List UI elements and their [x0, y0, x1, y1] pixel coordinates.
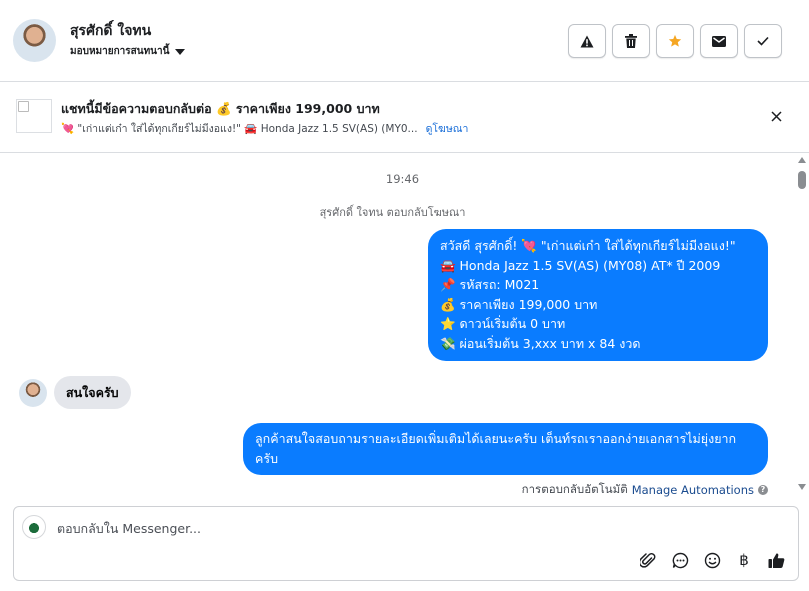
ad-message-line: 💰 ราคาเพียง 199,000 บาท [440, 296, 598, 312]
ad-message-line: 📌 รหัสรถ: M021 [440, 277, 540, 292]
ad-banner-snippet: 💘 "เก่าแต่เก๋า ใส่ได้ทุกเกียร์ไม่มีงอแง!… [61, 123, 418, 135]
trash-icon [625, 34, 637, 48]
assign-conversation-dropdown[interactable]: มอบหมายการสนทนานี้ [70, 44, 186, 59]
ad-message-line: 🚘 Honda Jazz 1.5 SV(AS) (MY08) AT* ปี 20… [440, 257, 721, 273]
contact-avatar[interactable] [13, 19, 56, 62]
contact-name[interactable]: สุรศักดิ์ ใจทน [70, 20, 151, 42]
mail-icon [712, 35, 726, 47]
page-logo [22, 515, 46, 539]
ad-thumbnail[interactable] [16, 99, 52, 133]
ad-message-line: 💸 ผ่อนเริ่มต้น 3,xxx บาท x 84 งวด [440, 335, 641, 351]
mark-unread-button[interactable] [700, 24, 738, 58]
incoming-message-bubble[interactable]: สนใจครับ [54, 376, 131, 409]
scroll-thumb[interactable] [798, 171, 806, 189]
sender-avatar [19, 379, 47, 407]
spam-button[interactable] [568, 24, 606, 58]
mark-done-button[interactable] [744, 24, 782, 58]
thread-scrollbar[interactable] [797, 154, 807, 496]
saved-reply-button[interactable] [670, 550, 690, 570]
saved-reply-icon [672, 552, 688, 568]
scroll-up-arrow-icon[interactable] [798, 157, 806, 163]
automation-note-text: การตอบกลับอัตโนมัติ [521, 482, 628, 496]
star-icon [668, 34, 682, 47]
caret-down-icon [175, 48, 186, 55]
delete-button[interactable] [612, 24, 650, 58]
header-actions [568, 24, 782, 58]
star-button[interactable] [656, 24, 694, 58]
close-icon [770, 110, 782, 122]
attach-button[interactable] [638, 550, 658, 570]
attach-icon [640, 552, 656, 568]
message-composer: ฿ [13, 506, 799, 581]
conversation-header: สุรศักดิ์ ใจทน มอบหมายการสนทนานี้ [0, 0, 809, 82]
close-banner-button[interactable] [767, 107, 785, 125]
view-ad-link[interactable]: ดูโฆษณา [426, 120, 469, 137]
assign-label: มอบหมายการสนทนานี้ [70, 46, 170, 57]
baht-icon: ฿ [739, 551, 749, 569]
ad-reply-banner: แชทนี้มีข้อความตอบกลับต่อ 💰 ราคาเพียง 19… [0, 83, 809, 153]
help-icon[interactable]: ? [758, 485, 768, 495]
message-thread: 19:46 สุรศักดิ์ ใจทน ตอบกลับโฆษณา สวัสดี… [0, 154, 809, 498]
emoji-icon [704, 552, 720, 568]
manage-automations-link[interactable]: Manage Automations [632, 483, 754, 497]
message-timestamp: 19:46 [385, 172, 420, 186]
reply-message-bubble[interactable]: ลูกค้าสนใจสอบถามรายละเอียดเพิ่มเติมได้เล… [243, 423, 768, 475]
warning-icon [580, 35, 594, 47]
like-button[interactable] [766, 550, 786, 570]
ad-banner-title: แชทนี้มีข้อความตอบกลับต่อ 💰 ราคาเพียง 19… [61, 101, 380, 116]
ad-banner-subtitle: 💘 "เก่าแต่เก๋า ใส่ได้ทุกเกียร์ไม่มีงอแง!… [61, 120, 468, 137]
ad-reply-note: สุรศักดิ์ ใจทน ตอบกลับโฆษณา [319, 206, 466, 219]
composer-toolbar: ฿ [638, 550, 786, 570]
automation-note: การตอบกลับอัตโนมัติ Manage Automations ? [522, 481, 768, 498]
ad-message-bubble[interactable]: สวัสดี สุรศักดิ์! 💘 "เก่าแต่เก๋า ใส่ได้ท… [428, 229, 768, 361]
like-icon [768, 552, 784, 568]
scroll-down-arrow-icon[interactable] [798, 484, 806, 490]
reply-input[interactable] [57, 521, 657, 536]
ad-message-line: ⭐ ดาวน์เริ่มต้น 0 บาท [440, 316, 566, 331]
payment-button[interactable]: ฿ [734, 550, 754, 570]
check-icon [757, 36, 769, 46]
ad-message-line: สวัสดี สุรศักดิ์! 💘 "เก่าแต่เก๋า ใส่ได้ท… [440, 238, 736, 253]
emoji-button[interactable] [702, 550, 722, 570]
